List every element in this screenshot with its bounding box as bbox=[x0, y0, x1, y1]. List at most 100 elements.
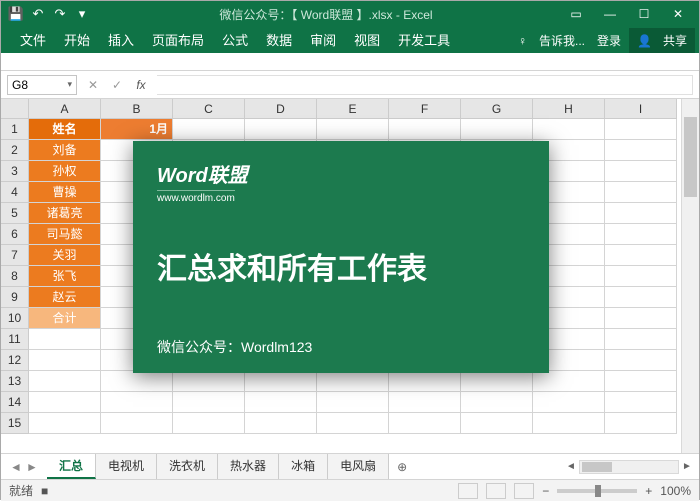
cell[interactable]: 张飞 bbox=[29, 266, 101, 287]
row-header[interactable]: 7 bbox=[1, 245, 29, 266]
minimize-icon[interactable]: — bbox=[595, 7, 625, 21]
cell[interactable] bbox=[173, 371, 245, 392]
cell[interactable] bbox=[29, 350, 101, 371]
cell[interactable]: 诸葛亮 bbox=[29, 203, 101, 224]
sheet-tab[interactable]: 汇总 bbox=[47, 454, 96, 479]
cell[interactable] bbox=[605, 329, 677, 350]
cell[interactable] bbox=[173, 392, 245, 413]
zoom-level[interactable]: 100% bbox=[660, 484, 691, 498]
tell-me[interactable]: 告诉我... bbox=[535, 30, 589, 51]
row-header[interactable]: 5 bbox=[1, 203, 29, 224]
tab-formulas[interactable]: 公式 bbox=[213, 26, 257, 53]
share-button[interactable]: 👤共享 bbox=[629, 28, 695, 53]
cell[interactable] bbox=[317, 119, 389, 140]
column-header[interactable]: C bbox=[173, 99, 245, 119]
close-icon[interactable]: ✕ bbox=[663, 7, 693, 21]
cell[interactable] bbox=[605, 224, 677, 245]
tab-page-layout[interactable]: 页面布局 bbox=[143, 26, 213, 53]
cell[interactable] bbox=[533, 392, 605, 413]
sheet-tab[interactable]: 冰箱 bbox=[279, 454, 328, 479]
row-header[interactable]: 2 bbox=[1, 140, 29, 161]
column-header[interactable]: D bbox=[245, 99, 317, 119]
cell[interactable] bbox=[605, 392, 677, 413]
cell[interactable] bbox=[245, 413, 317, 434]
cell[interactable] bbox=[605, 350, 677, 371]
cell[interactable] bbox=[173, 413, 245, 434]
cell[interactable] bbox=[533, 119, 605, 140]
row-header[interactable]: 12 bbox=[1, 350, 29, 371]
cell[interactable] bbox=[245, 119, 317, 140]
cell[interactable]: 孙权 bbox=[29, 161, 101, 182]
formula-input[interactable] bbox=[157, 75, 693, 95]
zoom-slider[interactable] bbox=[557, 489, 637, 493]
qat-dropdown-icon[interactable]: ▾ bbox=[73, 5, 91, 23]
column-header[interactable]: F bbox=[389, 99, 461, 119]
row-header[interactable]: 11 bbox=[1, 329, 29, 350]
cell[interactable] bbox=[317, 392, 389, 413]
cell[interactable] bbox=[605, 203, 677, 224]
column-header[interactable]: A bbox=[29, 99, 101, 119]
column-header[interactable]: G bbox=[461, 99, 533, 119]
sheet-tab[interactable]: 热水器 bbox=[218, 454, 279, 479]
maximize-icon[interactable]: ☐ bbox=[629, 7, 659, 21]
row-header[interactable]: 14 bbox=[1, 392, 29, 413]
cell[interactable] bbox=[605, 308, 677, 329]
view-normal-icon[interactable] bbox=[458, 483, 478, 499]
cell[interactable] bbox=[317, 413, 389, 434]
cell[interactable] bbox=[461, 371, 533, 392]
sheet-tab[interactable]: 电视机 bbox=[96, 454, 157, 479]
view-pagelayout-icon[interactable] bbox=[486, 483, 506, 499]
row-header[interactable]: 8 bbox=[1, 266, 29, 287]
tab-insert[interactable]: 插入 bbox=[99, 26, 143, 53]
tab-data[interactable]: 数据 bbox=[257, 26, 301, 53]
save-icon[interactable]: 💾 bbox=[7, 5, 25, 23]
undo-icon[interactable]: ↶ bbox=[29, 5, 47, 23]
cell[interactable] bbox=[29, 413, 101, 434]
cell[interactable] bbox=[29, 392, 101, 413]
vertical-scrollbar[interactable] bbox=[681, 99, 699, 453]
cell[interactable]: 合计 bbox=[29, 308, 101, 329]
cell[interactable] bbox=[533, 413, 605, 434]
select-all-corner[interactable] bbox=[1, 99, 29, 119]
redo-icon[interactable]: ↷ bbox=[51, 5, 69, 23]
column-header[interactable]: H bbox=[533, 99, 605, 119]
cell[interactable] bbox=[605, 182, 677, 203]
sheet-nav[interactable]: ◄ ► bbox=[1, 460, 47, 474]
cell[interactable] bbox=[533, 371, 605, 392]
tell-me-icon[interactable]: ♀ bbox=[514, 32, 531, 50]
row-header[interactable]: 13 bbox=[1, 371, 29, 392]
cell[interactable] bbox=[389, 371, 461, 392]
hscroll-right-icon[interactable]: ► bbox=[679, 461, 695, 472]
row-header[interactable]: 6 bbox=[1, 224, 29, 245]
cell[interactable] bbox=[605, 287, 677, 308]
cell[interactable] bbox=[101, 413, 173, 434]
cell[interactable]: 1月 bbox=[101, 119, 173, 140]
row-header[interactable]: 4 bbox=[1, 182, 29, 203]
row-header[interactable]: 3 bbox=[1, 161, 29, 182]
sheet-tab[interactable]: 电风扇 bbox=[328, 454, 389, 479]
cell[interactable]: 赵云 bbox=[29, 287, 101, 308]
sheet-prev-icon[interactable]: ◄ bbox=[9, 460, 23, 474]
tab-review[interactable]: 审阅 bbox=[301, 26, 345, 53]
view-pagebreak-icon[interactable] bbox=[514, 483, 534, 499]
formula-confirm-icon[interactable]: ✓ bbox=[107, 78, 127, 92]
hscroll-left-icon[interactable]: ◄ bbox=[563, 461, 579, 472]
zoom-in-button[interactable]: + bbox=[645, 484, 652, 498]
column-header[interactable]: B bbox=[101, 99, 173, 119]
cell[interactable] bbox=[29, 329, 101, 350]
cell[interactable] bbox=[389, 413, 461, 434]
tab-file[interactable]: 文件 bbox=[11, 26, 55, 53]
row-headers[interactable]: 123456789101112131415 bbox=[1, 119, 29, 434]
row-header[interactable]: 9 bbox=[1, 287, 29, 308]
cell[interactable] bbox=[605, 413, 677, 434]
column-header[interactable]: I bbox=[605, 99, 677, 119]
horizontal-scrollbar[interactable]: ◄ ► bbox=[415, 460, 699, 474]
cell[interactable] bbox=[101, 392, 173, 413]
row-header[interactable]: 10 bbox=[1, 308, 29, 329]
sheet-tab[interactable]: 洗衣机 bbox=[157, 454, 218, 479]
cell[interactable] bbox=[605, 119, 677, 140]
tab-view[interactable]: 视图 bbox=[345, 26, 389, 53]
zoom-out-button[interactable]: − bbox=[542, 484, 549, 498]
cell[interactable]: 姓名 bbox=[29, 119, 101, 140]
cell[interactable] bbox=[461, 413, 533, 434]
